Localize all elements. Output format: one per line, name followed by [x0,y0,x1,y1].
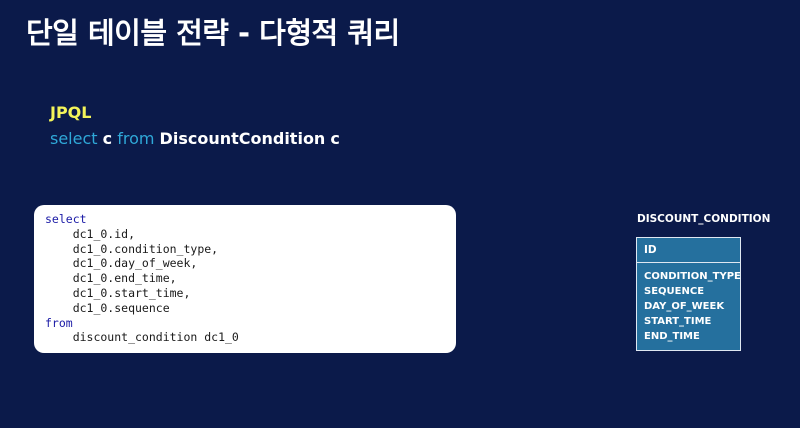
sql-line: select [45,212,87,226]
sql-line: dc1_0.end_time, [45,271,177,286]
table-primary-key: ID [637,238,740,263]
table-column: CONDITION_TYPE [644,271,741,282]
table-column: START_TIME [644,316,712,327]
sql-line: discount_condition dc1_0 [45,330,239,345]
jpql-entity-name: DiscountCondition [159,129,326,148]
table-column: SEQUENCE [644,286,705,297]
table-column: END_TIME [644,331,700,342]
jpql-alias-2: c [330,129,340,148]
table-column: DAY_OF_WEEK [644,301,725,312]
jpql-query: select c from DiscountCondition c [50,129,340,148]
sql-line: from [45,315,73,330]
table-entity-box: ID CONDITION_TYPE SEQUENCE DAY_OF_WEEK S… [636,237,741,351]
jpql-label: JPQL [50,103,92,122]
table-name: DISCOUNT_CONDITION [637,213,771,225]
sql-line: dc1_0.day_of_week, [45,256,198,271]
slide-title: 단일 테이블 전략 - 다형적 쿼리 [26,16,400,50]
jpql-from-keyword: from [117,129,155,148]
jpql-select-keyword: select [50,129,98,148]
sql-line: dc1_0.id, [45,226,136,241]
jpql-alias: c [102,129,113,148]
table-columns: CONDITION_TYPE SEQUENCE DAY_OF_WEEK STAR… [637,263,741,344]
sql-code-block: select dc1_0.id, dc1_0.condition_type, d… [34,205,456,353]
sql-line: dc1_0.condition_type, [45,241,219,256]
sql-line: dc1_0.sequence [45,300,170,315]
sql-line: dc1_0.start_time, [45,285,191,300]
